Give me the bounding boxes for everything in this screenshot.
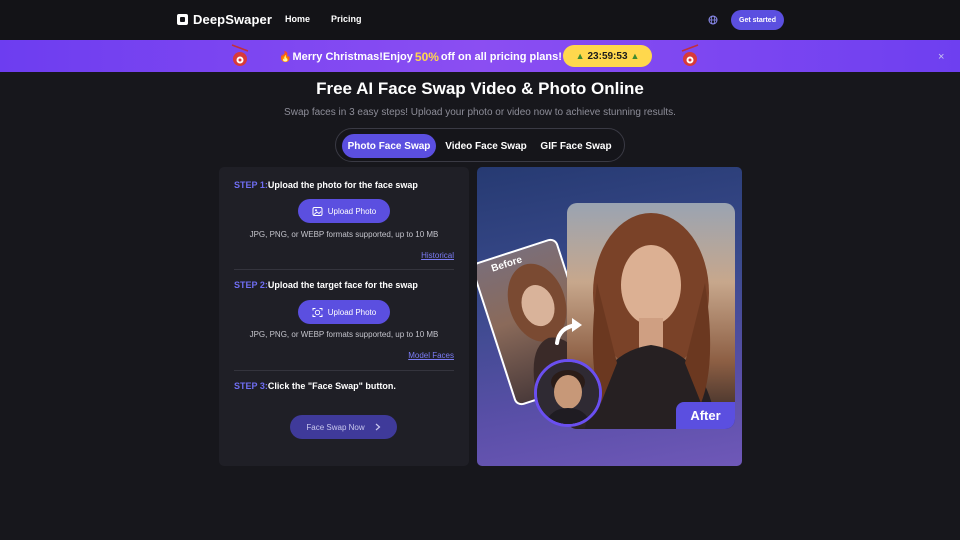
tab-photo-face-swap[interactable]: Photo Face Swap (342, 134, 436, 158)
nav-pricing-link[interactable]: Pricing (331, 14, 362, 24)
before-after-preview: Before After (477, 167, 742, 466)
page-subtitle: Swap faces in 3 easy steps! Upload your … (284, 107, 676, 118)
image-icon (312, 206, 323, 216)
nav-home-link[interactable]: Home (285, 14, 310, 24)
target-face-image (537, 362, 599, 424)
tab-video-face-swap[interactable]: Video Face Swap (441, 134, 531, 158)
step-1-text: Upload the photo for the face swap (267, 180, 418, 190)
top-nav: DeepSwaper Home Pricing Get started (0, 0, 960, 40)
after-label: After (676, 402, 735, 429)
promo-prefix: Merry Christmas!Enjoy (292, 51, 413, 63)
christmas-tree-icon: ▲ (575, 51, 585, 61)
model-faces-link[interactable]: Model Faces (408, 351, 454, 360)
brand-logo[interactable]: DeepSwaper (177, 12, 272, 27)
timer-value: 23:59:53 (587, 50, 628, 62)
face-scan-icon (312, 307, 323, 317)
format-note: JPG, PNG, or WEBP formats supported, up … (249, 330, 439, 339)
step-3-text: Click the "Face Swap" button. (267, 381, 396, 391)
globe-icon[interactable] (708, 15, 718, 25)
step-1-title: STEP 1:Upload the photo for the face swa… (234, 180, 418, 190)
brand-name: DeepSwaper (193, 12, 273, 27)
step-3-title: STEP 3:Click the "Face Swap" button. (234, 381, 396, 391)
swap-mode-tabs: Photo Face Swap Video Face Swap GIF Face… (335, 128, 625, 162)
get-started-button[interactable]: Get started (731, 10, 784, 30)
upload-photo-label: Upload Photo (327, 206, 377, 216)
close-icon[interactable]: × (938, 51, 944, 63)
historical-link[interactable]: Historical (421, 251, 454, 260)
logo-icon (177, 14, 188, 25)
chevron-right-icon (375, 423, 381, 431)
upload-target-label: Upload Photo (327, 307, 377, 317)
steps-panel: STEP 1:Upload the photo for the face swa… (219, 167, 469, 466)
santa-decoration-icon (681, 44, 699, 66)
promo-percent: 50% (414, 50, 439, 64)
step-2-title: STEP 2:Upload the target face for the sw… (234, 280, 418, 290)
divider (234, 370, 454, 371)
step-2-text: Upload the target face for the swap (267, 280, 418, 290)
format-note: JPG, PNG, or WEBP formats supported, up … (249, 230, 439, 239)
step-2-label: STEP 2: (234, 280, 268, 290)
curved-arrow-icon (555, 318, 582, 345)
countdown-timer: ▲ 23:59:53 ▲ (563, 45, 652, 67)
fire-icon: 🔥 (279, 51, 292, 63)
step-1-label: STEP 1: (234, 180, 268, 190)
divider (234, 269, 454, 270)
santa-decoration-icon (231, 44, 249, 66)
step-3-label: STEP 3: (234, 381, 268, 391)
tab-gif-face-swap[interactable]: GIF Face Swap (536, 134, 616, 158)
upload-photo-button[interactable]: Upload Photo (298, 199, 390, 223)
promo-text: 🔥 Merry Christmas!Enjoy 50% off on all p… (279, 50, 562, 64)
face-swap-now-button[interactable]: Face Swap Now (290, 415, 397, 439)
christmas-tree-icon: ▲ (630, 51, 640, 61)
target-face-avatar (534, 359, 602, 427)
promo-suffix: off on all pricing plans! (440, 51, 562, 63)
page-title: Free AI Face Swap Video & Photo Online (316, 79, 644, 98)
promo-banner: 🔥 Merry Christmas!Enjoy 50% off on all p… (0, 40, 960, 72)
face-swap-now-label: Face Swap Now (306, 422, 365, 432)
upload-target-face-button[interactable]: Upload Photo (298, 300, 390, 324)
